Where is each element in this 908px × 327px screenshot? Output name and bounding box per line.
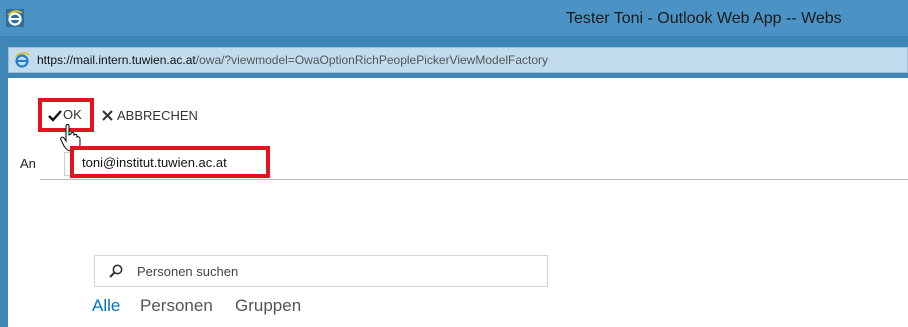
internet-explorer-icon[interactable] [6,9,24,27]
internet-explorer-icon [14,52,30,68]
to-field-value: toni@institut.tuwien.ac.at [82,155,227,170]
window-titlebar: Tester Toni - Outlook Web App -- Webs [0,0,908,36]
divider [40,179,908,180]
url-text[interactable]: https://mail.intern.tuwien.ac.at/owa/?vi… [37,53,548,67]
address-bar[interactable]: https://mail.intern.tuwien.ac.at/owa/?vi… [8,47,908,73]
cancel-button-label: ABBRECHEN [117,108,198,123]
search-box[interactable] [94,255,548,287]
to-field[interactable]: toni@institut.tuwien.ac.at [70,146,270,178]
window-title: Tester Toni - Outlook Web App -- Webs [566,10,842,27]
filter-people[interactable]: Personen [140,296,213,316]
filter-all[interactable]: Alle [92,296,120,316]
checkmark-icon [48,110,62,122]
search-input[interactable] [137,264,517,279]
close-icon [102,110,113,121]
search-icon [109,264,123,278]
to-label: An [20,156,36,171]
filter-groups[interactable]: Gruppen [235,296,301,316]
ok-button-label: OK [63,107,82,122]
people-picker-panel: OK ABBRECHEN An toni@institut.tuwien.ac.… [8,78,908,327]
